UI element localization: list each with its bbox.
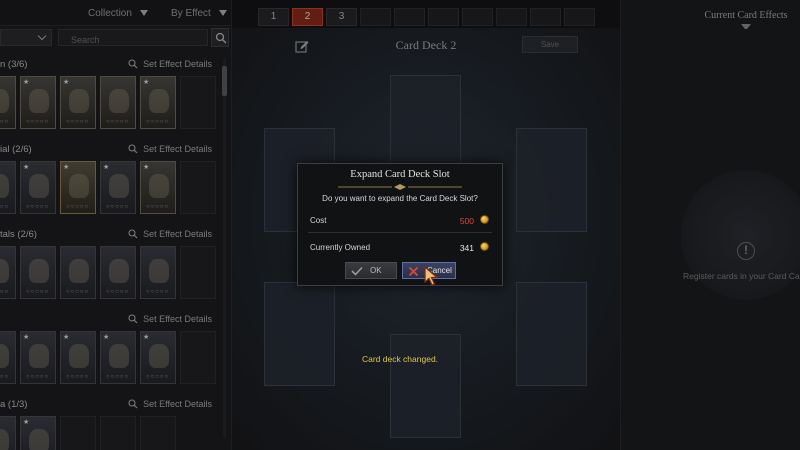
status-message: Card deck changed.	[361, 354, 439, 364]
x-icon	[408, 266, 419, 277]
divider	[308, 232, 492, 233]
title-ornament-icon	[338, 184, 462, 190]
cursor-icon	[424, 266, 439, 286]
owned-label: Currently Owned	[310, 243, 371, 252]
ok-button-label: OK	[370, 266, 382, 275]
dialog-title: Expand Card Deck Slot	[350, 169, 450, 180]
coin-icon	[480, 242, 489, 251]
dialog-question: Do you want to expand the Card Deck Slot…	[322, 194, 478, 203]
cost-label: Cost	[310, 216, 327, 225]
ok-button[interactable]: OK	[345, 262, 397, 279]
cost-value: 500	[459, 216, 474, 226]
check-icon	[351, 266, 363, 276]
coin-icon	[480, 215, 489, 224]
owned-value: 341	[459, 243, 474, 253]
expand-slot-dialog: Expand Card Deck Slot Do you want to exp…	[297, 163, 503, 286]
